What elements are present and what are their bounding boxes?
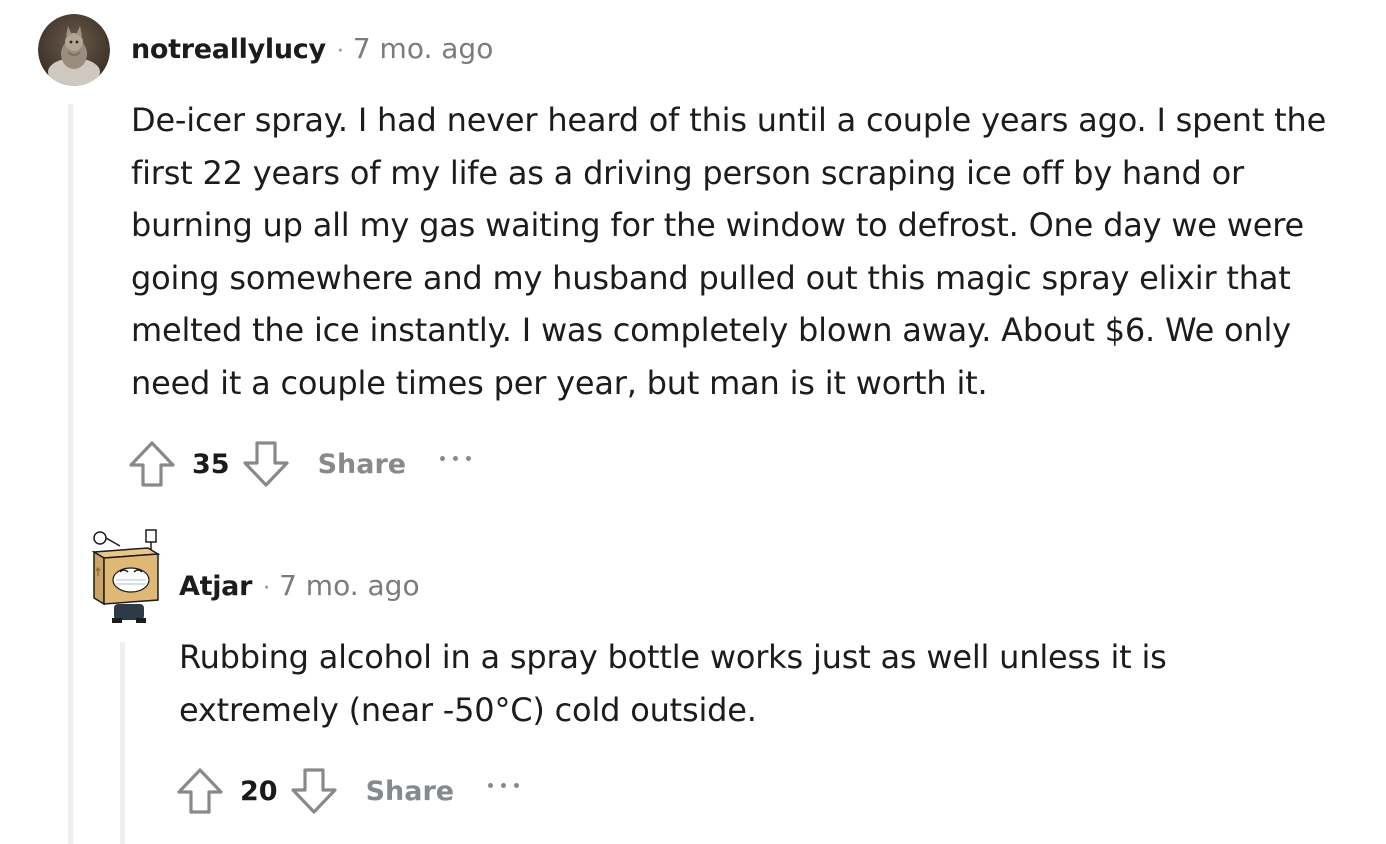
comment-body: Rubbing alcohol in a spray bottle works …: [179, 631, 1369, 736]
username-link[interactable]: Atjar: [179, 571, 252, 602]
upvote-arrow-icon[interactable]: [174, 765, 226, 817]
username-link[interactable]: notreallylucy: [131, 34, 326, 65]
comment-line: need it a couple times per year, but man…: [131, 363, 988, 402]
comment-action-bar: 35 Share: [126, 438, 472, 490]
avatar[interactable]: [38, 14, 110, 86]
vote-count: 20: [240, 775, 278, 807]
upvote-arrow-icon[interactable]: [126, 438, 178, 490]
avatar[interactable]: [86, 528, 166, 624]
downvote-arrow-icon[interactable]: [288, 765, 340, 817]
comment-line: first 22 years of my life as a driving p…: [131, 153, 1244, 192]
comment-line: extremely (near -50°C) cold outside.: [179, 690, 757, 729]
comment-line: burning up all my gas waiting for the wi…: [131, 206, 1304, 244]
thread-line[interactable]: [68, 104, 73, 844]
share-button[interactable]: Share: [318, 449, 407, 480]
thread-line[interactable]: [120, 642, 125, 844]
timestamp-link[interactable]: 7 mo. ago: [353, 32, 494, 65]
timestamp-link[interactable]: 7 mo. ago: [279, 569, 420, 602]
cat-avatar-icon: [38, 14, 110, 86]
box-head-avatar-icon: [91, 529, 161, 623]
more-options-icon[interactable]: [440, 448, 472, 468]
meta-separator: ·: [336, 39, 344, 64]
comment-meta: notreallylucy · 7 mo. ago: [131, 32, 493, 65]
comment-body: De-icer spray. I had never heard of this…: [131, 94, 1381, 409]
downvote-arrow-icon[interactable]: [240, 438, 292, 490]
share-button[interactable]: Share: [366, 776, 455, 807]
more-options-icon[interactable]: [488, 775, 520, 795]
comment-line: Rubbing alcohol in a spray bottle works …: [179, 638, 1167, 676]
comment-line: melted the ice instantly. I was complete…: [131, 311, 1291, 349]
comment-line: going somewhere and my husband pulled ou…: [131, 258, 1291, 297]
meta-separator: ·: [263, 576, 271, 601]
comment-line: De-icer spray. I had never heard of this…: [131, 101, 1327, 139]
comment-action-bar: 20 Share: [174, 765, 520, 817]
vote-count: 35: [192, 448, 230, 480]
comment-meta: Atjar · 7 mo. ago: [179, 569, 420, 602]
